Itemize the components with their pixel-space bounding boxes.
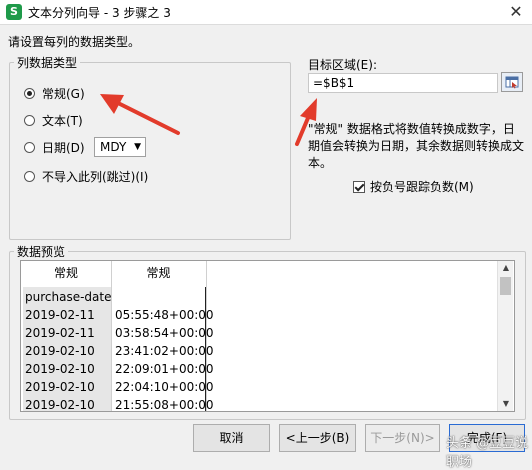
app-icon: S (6, 4, 22, 20)
radio-button-skip[interactable] (24, 170, 35, 182)
scroll-down-icon[interactable]: ▼ (498, 397, 514, 411)
close-button[interactable]: ✕ (506, 2, 526, 22)
annotation-arrow-dest (295, 116, 310, 146)
preview-cell: 22:09:01+00:00 (115, 362, 214, 376)
preview-scrollbar[interactable]: ▲ ▼ (497, 261, 513, 411)
radio-date[interactable]: 日期(D) (24, 137, 85, 157)
preview-cell: 21:55:08+00:00 (115, 398, 214, 412)
preview-cell: 2019-02-10 (25, 380, 95, 394)
chevron-down-icon: ▼ (134, 142, 141, 152)
negative-sign-option[interactable]: 按负号跟踪负数(M) (353, 178, 474, 195)
window-title: 文本分列向导 - 3 步骤之 3 (28, 6, 171, 20)
column-type-legend: 列数据类型 (17, 56, 78, 70)
radio-text[interactable]: 文本(T) (24, 110, 83, 130)
radio-button-general[interactable] (24, 87, 35, 99)
format-description: "常规" 数据格式将数值转换成数字，日期值会转换为日期，其余数据则转换成文本。 (308, 122, 525, 170)
preview-cell: 2019-02-11 (25, 326, 95, 340)
instruction-text: 请设置每列的数据类型。 (8, 35, 141, 49)
preview-cell: 2019-02-10 (25, 344, 95, 358)
column-header-1[interactable]: 常规 (21, 261, 111, 285)
destination-label: 目标区域(E): (308, 58, 377, 72)
radio-label-skip: 不导入此列(跳过)(I) (42, 169, 149, 184)
cancel-button[interactable]: 取消 (193, 424, 270, 452)
range-picker-icon (505, 76, 519, 89)
back-button[interactable]: <上一步(B) (279, 424, 356, 452)
preview-cell: purchase-date (25, 290, 112, 304)
range-picker-button[interactable] (501, 72, 523, 92)
destination-input[interactable]: =$B$1 (308, 73, 498, 93)
preview-cell: 2019-02-11 (25, 308, 95, 322)
arrow-head-icon (300, 98, 317, 121)
radio-label-general: 常规(G) (42, 86, 85, 101)
radio-label-text: 文本(T) (42, 113, 83, 128)
date-format-select[interactable]: MDY ▼ (94, 137, 146, 157)
column-header-2[interactable]: 常规 (111, 261, 206, 285)
preview-legend: 数据预览 (17, 245, 66, 259)
preview-cell: 2019-02-10 (25, 362, 95, 376)
negative-sign-label: 按负号跟踪负数(M) (370, 180, 474, 194)
scroll-thumb[interactable] (500, 277, 511, 295)
preview-cell: 22:04:10+00:00 (115, 380, 214, 394)
next-button[interactable]: 下一步(N)> (365, 424, 440, 452)
radio-button-text[interactable] (24, 114, 35, 126)
preview-cell: 05:55:48+00:00 (115, 308, 214, 322)
negative-sign-checkbox[interactable] (353, 180, 365, 193)
scroll-up-icon[interactable]: ▲ (498, 261, 514, 275)
radio-label-date: 日期(D) (42, 140, 85, 155)
column-divider (111, 261, 112, 411)
data-preview[interactable]: 常规 常规 purchase-date 2019-02-11 05:55:48+… (20, 260, 515, 412)
radio-general[interactable]: 常规(G) (24, 83, 85, 103)
title-bar: S 文本分列向导 - 3 步骤之 3 ✕ (0, 0, 532, 25)
preview-cell: 2019-02-10 (25, 398, 95, 412)
preview-cell: 23:41:02+00:00 (115, 344, 214, 358)
watermark: 头条 @豆豆说职场 (446, 436, 529, 470)
date-format-value: MDY (100, 140, 127, 154)
radio-button-date[interactable] (24, 141, 35, 153)
preview-cell: 03:58:54+00:00 (115, 326, 214, 340)
radio-skip[interactable]: 不导入此列(跳过)(I) (24, 166, 148, 186)
